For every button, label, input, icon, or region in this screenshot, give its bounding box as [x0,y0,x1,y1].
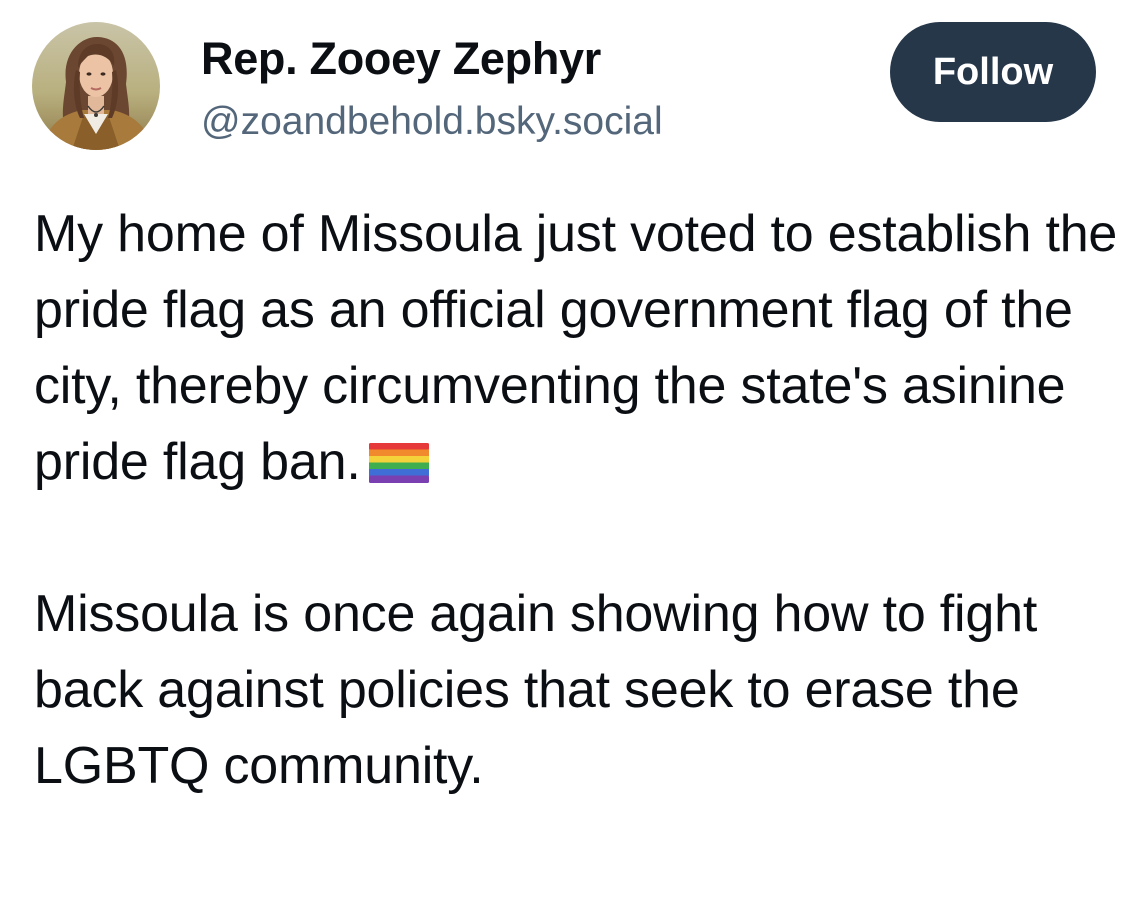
post-card: Rep. Zooey Zephyr @zoandbehold.bsky.soci… [0,0,1138,910]
post-paragraph-text: Missoula is once again showing how to fi… [34,585,1038,795]
avatar[interactable] [32,22,160,150]
post-text: My home of Missoula just voted to establ… [34,196,1124,804]
rainbow-flag-icon [368,443,429,483]
post-paragraph-text: My home of Missoula just voted to establ… [34,205,1118,491]
post-paragraph: Missoula is once again showing how to fi… [34,576,1124,804]
post-paragraph: My home of Missoula just voted to establ… [34,196,1124,500]
follow-button[interactable]: Follow [890,22,1096,122]
author-display-name[interactable]: Rep. Zooey Zephyr [201,33,601,85]
avatar-photo [32,22,160,150]
author-handle[interactable]: @zoandbehold.bsky.social [201,98,663,146]
